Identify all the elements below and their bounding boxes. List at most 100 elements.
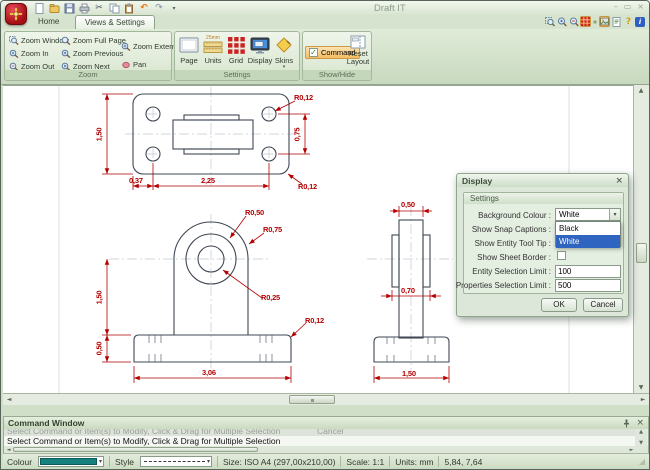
dim-label[interactable]: 0,50 xyxy=(401,200,415,209)
option-white[interactable]: White xyxy=(556,235,620,248)
reset-layout-button[interactable]: Reset Layout xyxy=(345,34,371,74)
scroll-right-arrow[interactable]: ► xyxy=(637,396,649,403)
command-history-line: Select Command or Item(s) to Modify, Cli… xyxy=(4,429,636,436)
dim-label[interactable]: R0,75 xyxy=(263,225,282,234)
entity-tooltip-label: Show Entity Tool Tip : xyxy=(475,239,551,248)
dim-label[interactable]: R0,12 xyxy=(298,182,317,191)
dim-label[interactable]: 0,75 xyxy=(293,124,302,146)
zoom-in-icon xyxy=(9,49,19,58)
cw-scroll-up[interactable]: ▲ xyxy=(639,429,643,435)
pan-button[interactable]: Pan xyxy=(121,60,146,69)
zoom-window-icon xyxy=(9,36,19,45)
zoom-previous-button[interactable]: Zoom Previous xyxy=(61,49,123,58)
page-button[interactable]: Page xyxy=(177,34,201,70)
scroll-left-arrow[interactable]: ◄ xyxy=(3,396,15,403)
redo-button[interactable]: ↷ xyxy=(153,3,165,14)
minimize-button[interactable]: – xyxy=(614,2,618,11)
hscroll-thumb[interactable] xyxy=(289,395,335,404)
dim-label[interactable]: R0,12 xyxy=(294,93,313,102)
print-button[interactable] xyxy=(78,3,90,14)
dim-label[interactable]: R0,50 xyxy=(245,208,264,217)
zoom-in-button[interactable]: Zoom In xyxy=(9,49,49,58)
cursor-coordinates: 5,84, 7,64 xyxy=(444,457,482,467)
background-colour-select[interactable]: White ▾ xyxy=(555,208,621,221)
save-button[interactable] xyxy=(63,3,75,14)
dim-label[interactable]: R0,12 xyxy=(305,316,324,325)
copy-button[interactable] xyxy=(108,3,120,14)
style-label: Style xyxy=(115,457,134,467)
dialog-close-icon[interactable]: × xyxy=(615,176,623,186)
cut-button[interactable]: ✂ xyxy=(93,3,105,14)
grid-toggle-icon[interactable] xyxy=(580,16,591,27)
snap-dot-icon[interactable] xyxy=(592,16,598,27)
paste-button[interactable] xyxy=(123,3,135,14)
skins-button[interactable]: Skins ▾ xyxy=(272,34,296,70)
zoom-window-button[interactable]: Zoom Window xyxy=(9,36,69,45)
horizontal-scrollbar[interactable]: ◄ ► xyxy=(3,393,649,405)
scroll-down-arrow[interactable]: ▼ xyxy=(635,384,647,391)
line-style-picker[interactable]: ▾ xyxy=(140,456,212,467)
properties-limit-label: Properties Selection Limit : xyxy=(456,281,551,290)
properties-limit-input[interactable] xyxy=(555,279,621,292)
application-menu-button[interactable] xyxy=(5,3,27,25)
ok-button[interactable]: OK xyxy=(541,298,577,312)
printer-icon xyxy=(79,3,90,14)
dim-label[interactable]: 2,25 xyxy=(201,176,215,185)
vscroll-thumb[interactable] xyxy=(636,243,647,263)
ribbon: Zoom Window Zoom In Zoom Out Zoom Full P… xyxy=(1,29,649,85)
ribbon-group-settings: Page 25mm Units Grid Display Skins ▾ xyxy=(174,31,300,81)
tab-home[interactable]: Home xyxy=(29,15,68,29)
dim-label[interactable]: 1,50 xyxy=(402,369,416,378)
units-readout: Units: mm xyxy=(395,457,433,467)
tab-views-settings[interactable]: Views & Settings xyxy=(75,15,155,29)
group-label-showhide: Show/Hide xyxy=(303,70,371,80)
zoom-out-icon[interactable] xyxy=(568,16,579,27)
undo-button[interactable]: ↶ xyxy=(138,3,150,14)
dim-label[interactable]: 0,70 xyxy=(401,286,415,295)
command-window-hscroll[interactable]: ◄ ► xyxy=(4,446,648,453)
vertical-scrollbar[interactable]: ▲ ▼ xyxy=(633,85,649,393)
cw-scroll-right[interactable]: ► xyxy=(627,447,636,453)
maximize-button[interactable]: ▭ xyxy=(624,2,632,11)
info-icon[interactable]: i xyxy=(635,17,645,27)
copy-icon xyxy=(109,3,120,14)
dim-label[interactable]: 3,06 xyxy=(202,368,216,377)
close-button[interactable]: × xyxy=(637,2,644,11)
dim-label[interactable]: 0,37 xyxy=(129,176,143,185)
zoom-full-page-button[interactable]: Zoom Full Page xyxy=(61,36,126,45)
units-button[interactable]: 25mm Units xyxy=(201,34,225,70)
cancel-button[interactable]: Cancel xyxy=(583,298,623,312)
image-toggle-icon[interactable] xyxy=(599,16,610,27)
cw-scroll-left[interactable]: ◄ xyxy=(4,447,13,453)
command-window-vscroll[interactable]: ▲ ▼ xyxy=(635,429,647,446)
dim-label[interactable]: R0,25 xyxy=(261,293,280,302)
pin-icon[interactable] xyxy=(623,419,630,428)
sheet-border-checkbox[interactable] xyxy=(557,251,566,260)
display-button[interactable]: Display xyxy=(248,34,272,70)
background-colour-dropdown: Black White xyxy=(555,221,621,247)
open-folder-icon xyxy=(49,3,60,14)
zoom-extents-button[interactable]: Zoom Extents xyxy=(121,42,179,51)
new-button[interactable] xyxy=(33,3,45,14)
command-window-close-icon[interactable]: × xyxy=(636,418,644,428)
dim-label[interactable]: 1,50 xyxy=(95,124,104,146)
cw-hscroll-thumb[interactable] xyxy=(13,447,258,452)
command-window-title-bar: Command Window × xyxy=(4,417,648,429)
qat-customize-button[interactable]: ▾ xyxy=(168,3,180,14)
help-icon[interactable]: ? xyxy=(623,16,634,27)
document-icon[interactable] xyxy=(611,16,622,27)
entity-limit-input[interactable] xyxy=(555,265,621,278)
resize-grip[interactable]: ◢ xyxy=(639,457,645,466)
grid-button[interactable]: Grid xyxy=(224,34,248,70)
dim-label[interactable]: 1,50 xyxy=(95,287,104,309)
zoom-window-icon[interactable] xyxy=(544,16,555,27)
option-black[interactable]: Black xyxy=(556,222,620,235)
ribbon-tab-row: Home Views & Settings ? i xyxy=(1,15,649,29)
scroll-up-arrow[interactable]: ▲ xyxy=(635,87,647,94)
zoom-in-icon[interactable] xyxy=(556,16,567,27)
info-glyph: i xyxy=(639,18,641,26)
units-ruler-icon xyxy=(203,41,223,54)
colour-picker[interactable]: ▾ xyxy=(38,456,104,467)
dim-label[interactable]: 0,50 xyxy=(95,338,104,360)
open-button[interactable] xyxy=(48,3,60,14)
